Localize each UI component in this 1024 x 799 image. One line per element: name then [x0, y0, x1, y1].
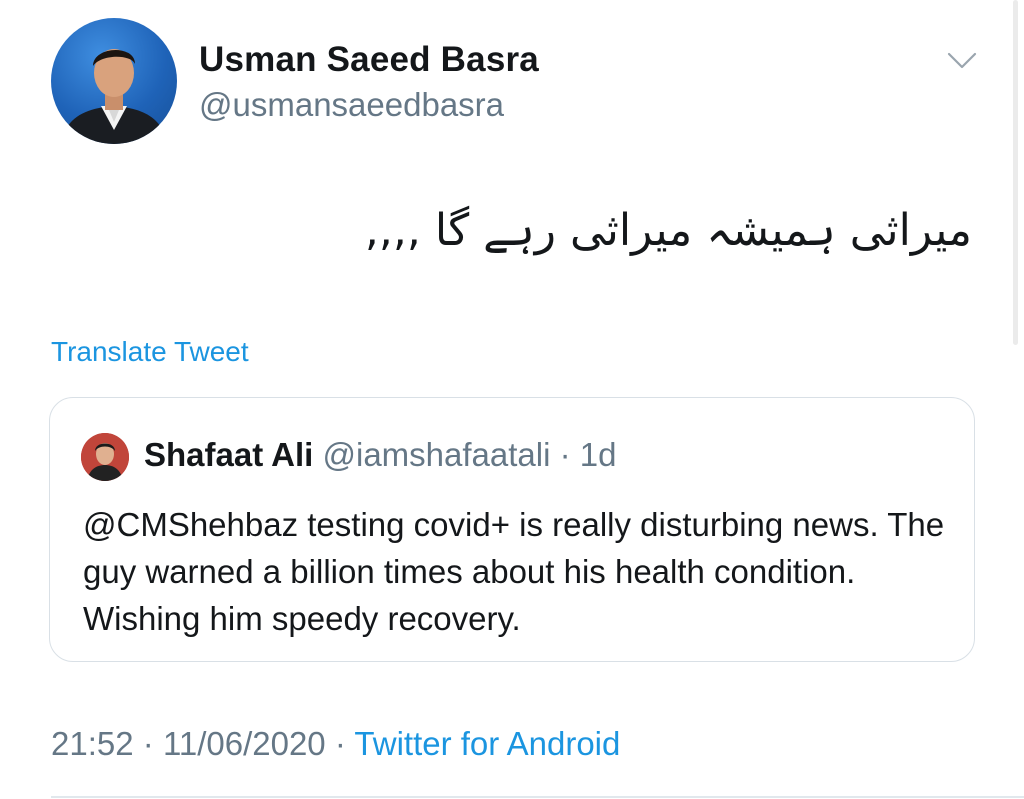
footer-separator: ·: [334, 725, 346, 762]
chevron-down-icon[interactable]: [946, 50, 978, 72]
author-avatar[interactable]: [51, 18, 177, 144]
quoted-tweet-text: @CMShehbaz testing covid+ is really dist…: [83, 506, 945, 637]
author-handle[interactable]: @usmansaeedbasra: [199, 86, 504, 124]
quoted-author-handle[interactable]: @iamshafaatali: [323, 436, 551, 473]
quoted-author-name[interactable]: Shafaat Ali: [144, 436, 313, 473]
author-name[interactable]: Usman Saeed Basra: [199, 40, 539, 80]
quoted-meta: Shafaat Ali @iamshafaatali · 1d: [144, 436, 617, 474]
translate-tweet-link[interactable]: Translate Tweet: [51, 336, 249, 368]
author-avatar-image: [61, 49, 167, 144]
footer-separator: ·: [142, 725, 154, 762]
divider: [51, 796, 1024, 798]
tweet-time: 21:52: [51, 725, 134, 762]
quoted-avatar-image: [81, 433, 129, 481]
tweet-footer: 21:52 · 11/06/2020 · Twitter for Android: [51, 725, 620, 763]
tweet-source-link[interactable]: Twitter for Android: [354, 725, 620, 762]
tweet-text: میراثی ہمیشہ میراثی رہے گا ,,,,: [364, 205, 972, 256]
quoted-timestamp[interactable]: 1d: [580, 436, 617, 473]
scrollbar[interactable]: [1013, 0, 1018, 345]
quoted-author-avatar[interactable]: [81, 433, 129, 481]
tweet-date: 11/06/2020: [162, 725, 326, 762]
quoted-separator: ·: [559, 436, 571, 473]
tweet-detail: Usman Saeed Basra @usmansaeedbasra میراث…: [0, 0, 1024, 799]
quoted-tweet[interactable]: Shafaat Ali @iamshafaatali · 1d @CMShehb…: [49, 397, 975, 662]
